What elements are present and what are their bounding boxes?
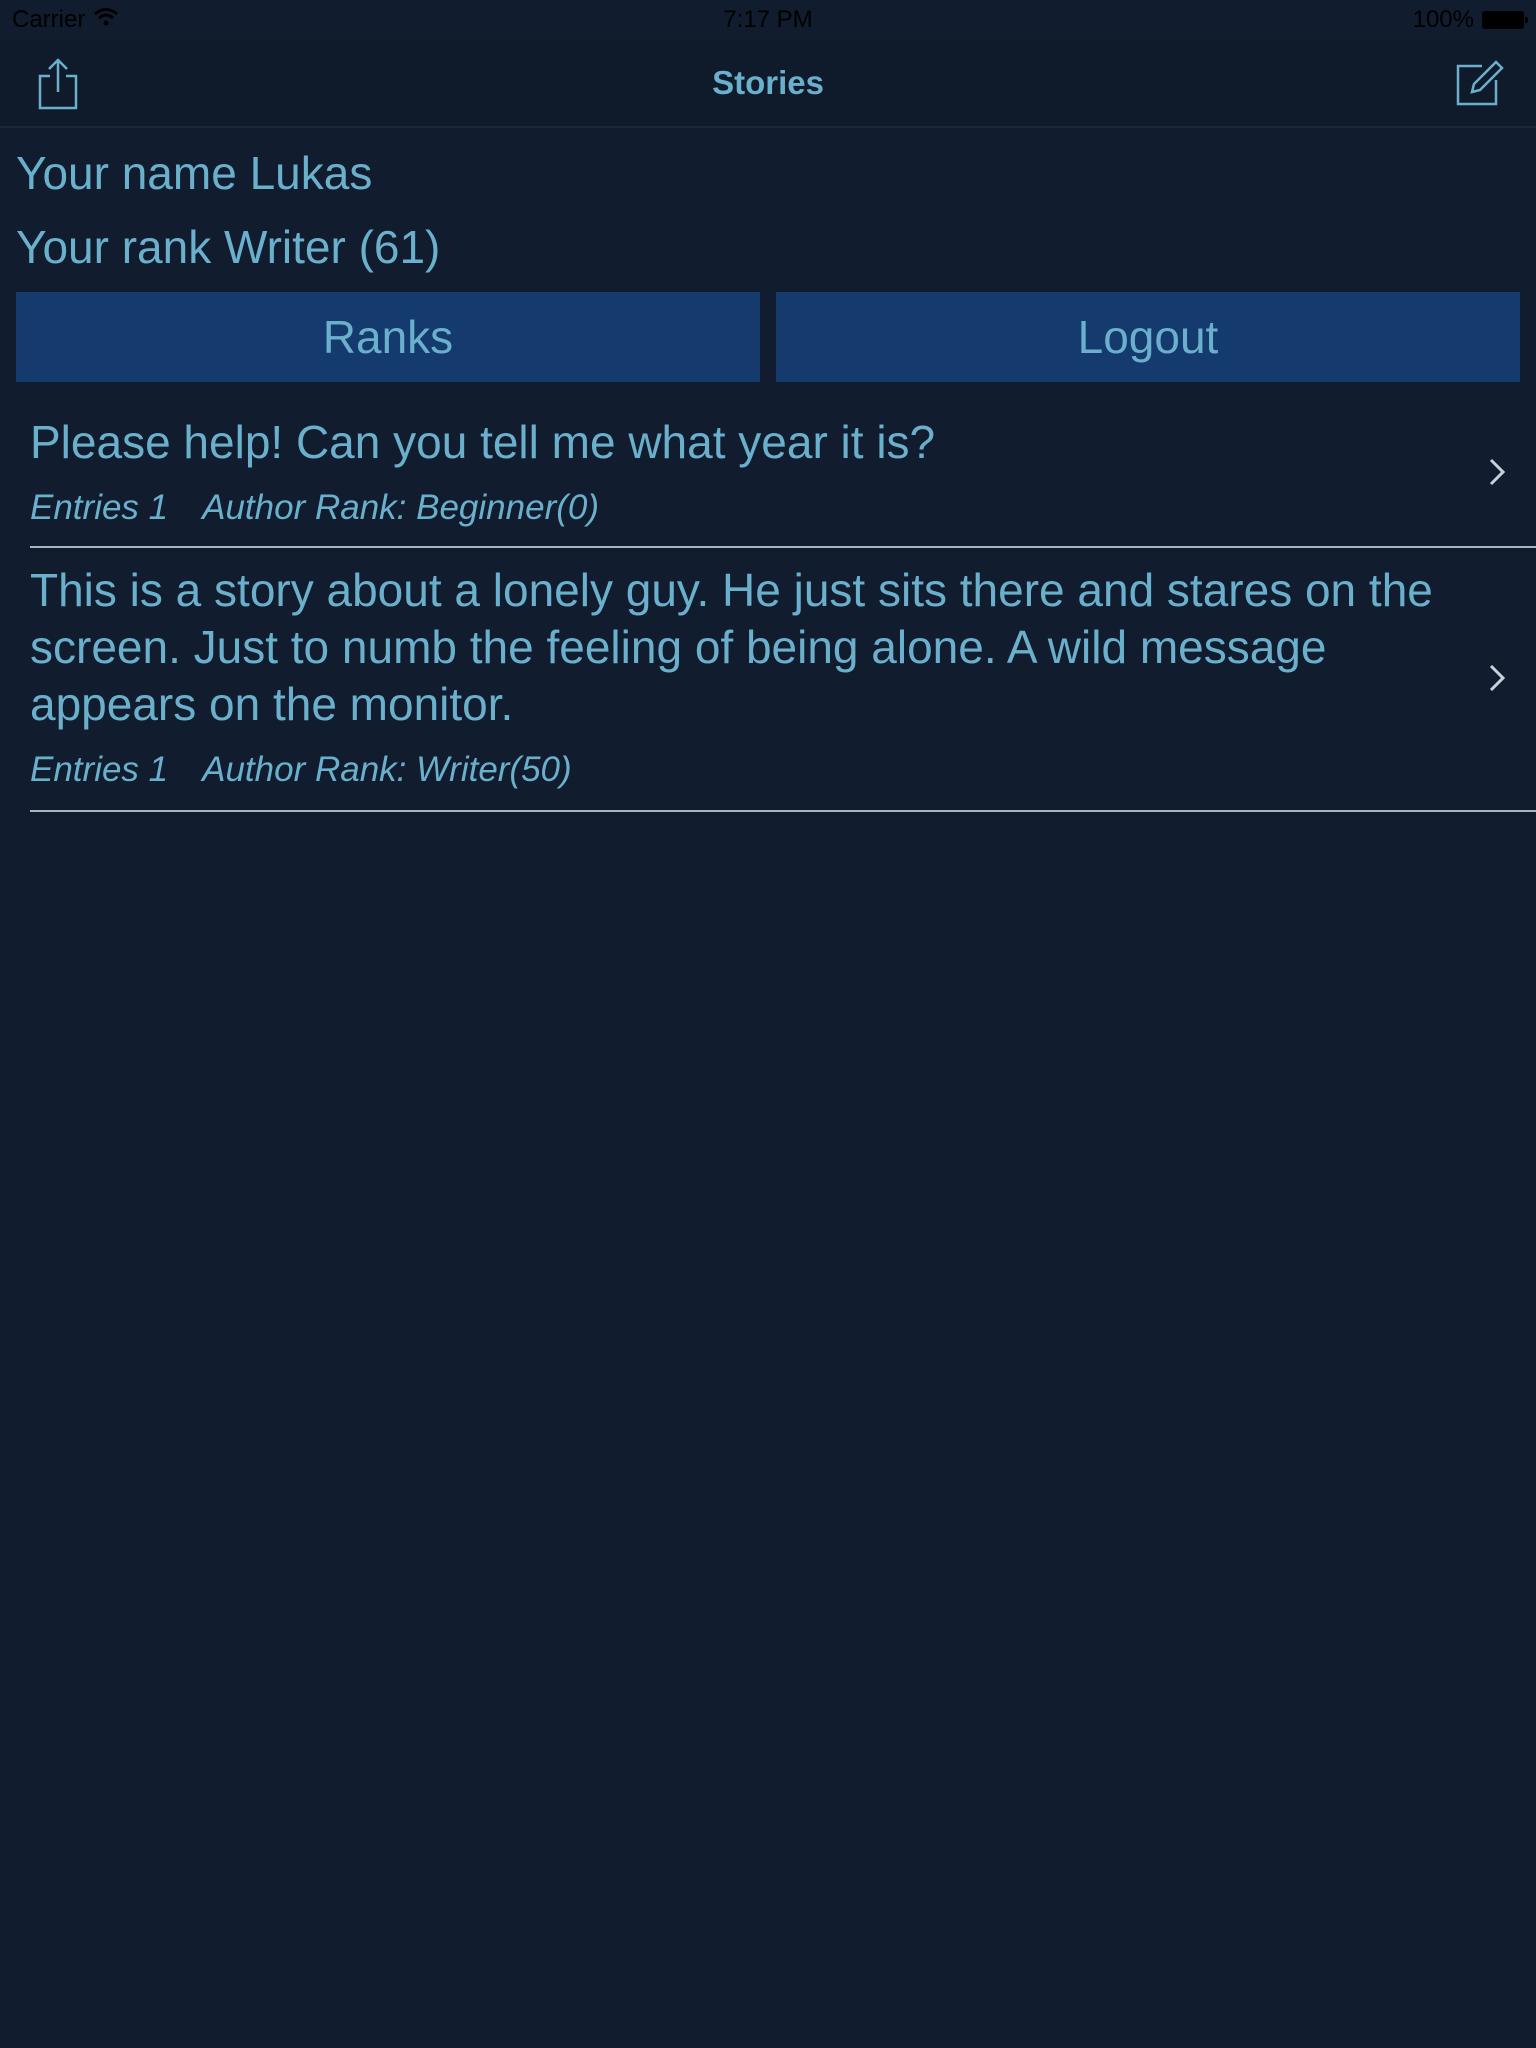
story-title: Please help! Can you tell me what year i… (30, 416, 936, 468)
status-time: 7:17 PM (723, 6, 813, 33)
user-name-label: Your name Lukas (16, 147, 373, 199)
story-list-item[interactable]: Please help! Can you tell me what year i… (30, 400, 1536, 548)
story-entries: Entries 1 (30, 488, 169, 527)
battery-percent: 100% (1412, 6, 1474, 33)
page-title: Stories (712, 64, 824, 101)
story-title: This is a story about a lonely guy. He j… (30, 564, 1433, 730)
battery-indicator: 100% (1412, 6, 1528, 34)
navigation-bar: Stories (0, 40, 1536, 128)
story-meta: Entries 1 Author Rank: Writer(50) (30, 750, 572, 790)
compose-icon[interactable] (1448, 54, 1508, 114)
chevron-right-icon (1482, 452, 1512, 492)
story-list-item[interactable]: This is a story about a lonely guy. He j… (30, 548, 1536, 812)
story-meta: Entries 1 Author Rank: Beginner(0) (30, 488, 599, 528)
story-entries: Entries 1 (30, 750, 169, 789)
story-author-rank: Author Rank: Beginner(0) (202, 488, 600, 527)
story-author-rank: Author Rank: Writer(50) (202, 750, 572, 789)
user-rank-label: Your rank Writer (61) (16, 221, 441, 273)
chevron-right-icon (1482, 658, 1512, 698)
ranks-button[interactable]: Ranks (16, 292, 760, 382)
status-bar: Carrier 7:17 PM 100% (0, 0, 1536, 40)
logout-button[interactable]: Logout (776, 292, 1520, 382)
battery-icon (1482, 11, 1528, 29)
